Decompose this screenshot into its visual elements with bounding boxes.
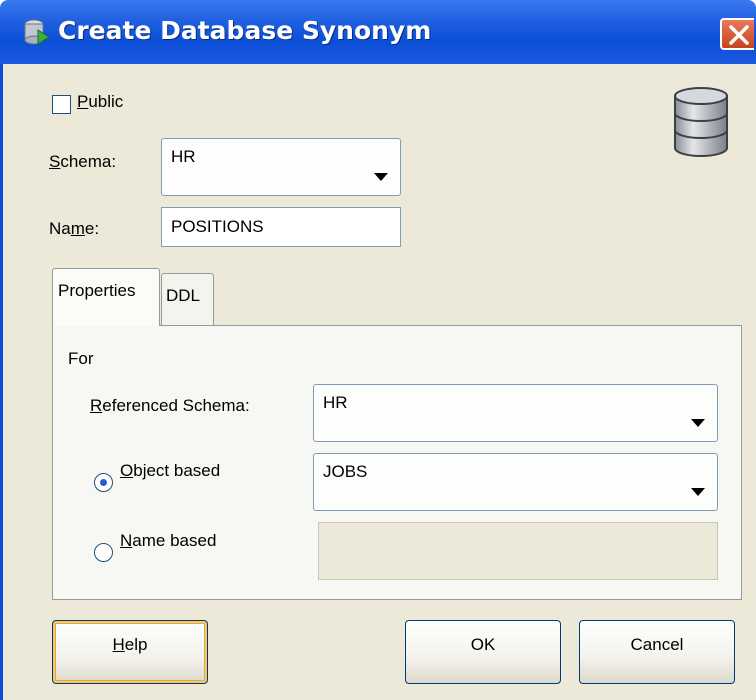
- dialog-body: Public Schema: HR Name: POSITIONS Proper…: [0, 64, 756, 700]
- close-button[interactable]: [720, 18, 754, 50]
- chevron-down-icon: [691, 419, 705, 427]
- properties-panel: For Referenced Schema: HR Object based J…: [52, 325, 742, 600]
- create-database-synonym-dialog: Create Database Synonym Public Schema: H…: [0, 0, 756, 700]
- object-based-label: Object based: [120, 461, 221, 480]
- radio-selected-dot: [100, 479, 107, 486]
- name-based-label: Name based: [120, 531, 217, 550]
- help-button-label: Help: [112, 635, 148, 654]
- tab-properties-label: Properties: [58, 281, 136, 300]
- referenced-schema-label: Referenced Schema:: [90, 396, 250, 415]
- object-select[interactable]: JOBS: [313, 453, 718, 511]
- name-input[interactable]: POSITIONS: [161, 207, 401, 247]
- name-based-radio[interactable]: [94, 543, 113, 562]
- chevron-down-icon: [691, 488, 705, 496]
- name-value: POSITIONS: [171, 217, 264, 236]
- cancel-button-label: Cancel: [630, 635, 684, 654]
- referenced-schema-select[interactable]: HR: [313, 384, 718, 442]
- title-bar[interactable]: Create Database Synonym: [0, 0, 756, 64]
- referenced-schema-value: HR: [323, 393, 348, 412]
- synonym-icon: [22, 18, 50, 46]
- name-label: Name:: [49, 219, 100, 238]
- close-icon: [729, 25, 749, 45]
- public-label: Public: [77, 92, 124, 111]
- schema-value: HR: [171, 147, 196, 166]
- object-value: JOBS: [323, 462, 368, 481]
- name-based-input[interactable]: [318, 522, 718, 580]
- cancel-button[interactable]: Cancel: [579, 620, 735, 684]
- ok-button-label: OK: [470, 635, 496, 654]
- database-icon: [672, 86, 730, 163]
- help-button[interactable]: Help: [52, 620, 208, 684]
- tab-ddl[interactable]: DDL: [161, 273, 214, 325]
- schema-label: Schema:: [49, 152, 117, 171]
- schema-select[interactable]: HR: [161, 138, 401, 196]
- public-checkbox[interactable]: [52, 95, 71, 114]
- for-label: For: [68, 349, 94, 368]
- ok-button[interactable]: OK: [405, 620, 561, 684]
- chevron-down-icon: [374, 173, 388, 181]
- tab-properties[interactable]: Properties: [52, 268, 160, 326]
- dialog-title: Create Database Synonym: [58, 16, 432, 45]
- tab-ddl-label: DDL: [166, 286, 201, 305]
- object-based-radio[interactable]: [94, 473, 113, 492]
